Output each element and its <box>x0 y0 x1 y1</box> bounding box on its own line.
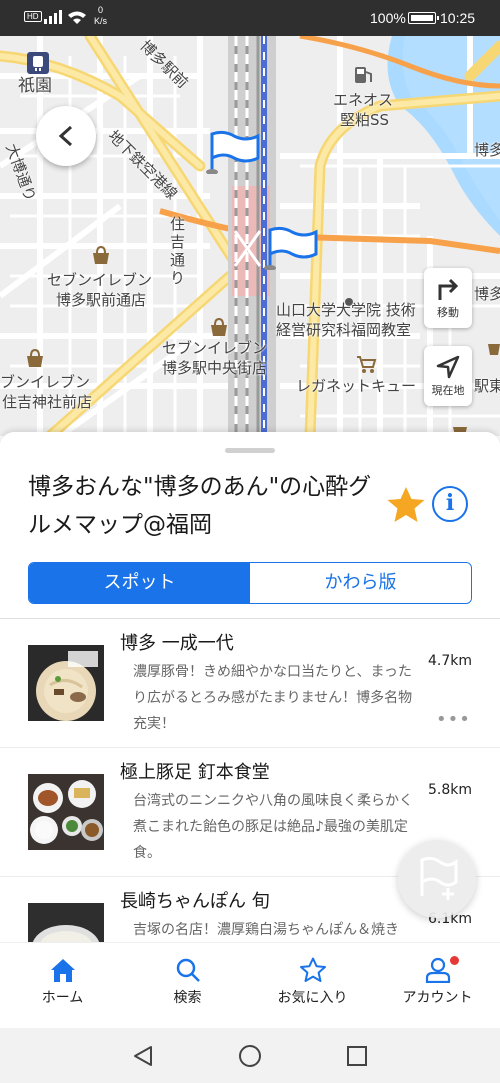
add-flag-icon <box>420 856 458 900</box>
bottom-nav: ホーム 検索 お気に入り アカウント <box>0 942 500 1028</box>
map-label: 駅東 <box>474 377 500 395</box>
cart-icon <box>357 356 377 373</box>
map-label: 博多駅前通店 <box>56 291 147 309</box>
champon-photo <box>28 903 104 942</box>
spot-flag-icon[interactable] <box>204 130 260 174</box>
map-label: 堅粕SS <box>340 111 390 129</box>
map-label: り <box>170 269 186 287</box>
spot-name: 長崎ちゃんぽん 旬 <box>120 891 270 912</box>
ramen-photo <box>28 645 104 721</box>
map-label: 住吉神社前店 <box>2 393 93 411</box>
map-label: 博多 <box>474 141 500 159</box>
teishoku-photo <box>28 774 104 850</box>
system-nav-bar <box>0 1028 500 1083</box>
map-label: 祇園 <box>18 76 52 96</box>
station-icon <box>27 52 49 74</box>
nav-home-label: ホーム <box>41 990 84 1006</box>
home-circle-icon[interactable] <box>238 1044 262 1068</box>
gas-station-icon <box>355 67 372 83</box>
spot-distance: 4.7km <box>428 653 473 669</box>
spot-flag-icon[interactable] <box>262 226 318 270</box>
spot-name: 極上豚足 釘本食堂 <box>120 762 270 783</box>
map-view[interactable]: 祇園 エネオス 堅粕SS 博多 博多 地下鉄空港線 博多駅前 大博通り 住 吉 … <box>0 36 500 436</box>
nav-account[interactable]: アカウント <box>375 943 500 1028</box>
spot-description: 濃厚豚骨！きめ細やかな口当たりと、まったり広がるとろみ感がたまりません！博多名物… <box>133 664 413 732</box>
person-icon <box>425 957 450 983</box>
nav-home[interactable]: ホーム <box>0 943 125 1028</box>
tab-bar: スポット かわら版 <box>28 562 472 604</box>
info-button[interactable]: i <box>432 486 468 522</box>
map-label: セブンイレブン <box>47 271 153 289</box>
navigation-arrow-icon <box>436 355 460 379</box>
more-icon[interactable]: ••• <box>436 709 471 730</box>
map-title: 博多おんな"博多のあん"の心酔グルメマップ@福岡 <box>28 474 372 538</box>
map-label: 通 <box>170 251 186 269</box>
map-label: 博多駅中央街店 <box>162 359 268 377</box>
store-icon <box>93 246 109 264</box>
nav-search-label: 検索 <box>173 990 202 1006</box>
map-label: セブンイレブン <box>162 339 268 357</box>
map-label: 山口大学大学院 技術 <box>276 301 416 319</box>
current-location-button[interactable]: 現在地 <box>424 346 472 406</box>
map-label: エネオス <box>333 91 394 109</box>
map-label: 経営研究科福岡教室 <box>276 321 412 339</box>
nav-favorites[interactable]: お気に入り <box>250 943 375 1028</box>
store-icon <box>211 318 227 336</box>
nav-favorites-label: お気に入り <box>277 990 348 1006</box>
tab-kawaraban[interactable]: かわら版 <box>250 563 471 603</box>
move-button[interactable]: 移動 <box>424 268 472 328</box>
search-icon <box>176 958 200 982</box>
spot-name: 博多 一成一代 <box>120 633 234 654</box>
clock: 10:25 <box>440 10 476 26</box>
signal-wifi-icon <box>44 9 90 28</box>
battery-percent: 100% <box>370 10 406 26</box>
spot-description: 台湾式のニンニクや八角の風味良く柔らかく煮こまれた飴色の豚足は絶品♪最強の美肌定… <box>133 793 413 861</box>
nav-account-label: アカウント <box>402 990 473 1006</box>
back-button[interactable] <box>36 106 96 166</box>
store-icon <box>27 349 43 367</box>
home-icon <box>50 959 75 982</box>
store-icon <box>488 344 500 355</box>
hd-indicator: HD <box>24 11 42 22</box>
back-triangle-icon[interactable] <box>131 1044 155 1068</box>
info-icon: i <box>445 490 455 516</box>
turn-arrow-icon <box>438 278 459 300</box>
map-label: 博多 <box>474 285 500 303</box>
notification-dot <box>450 956 459 965</box>
network-speed: 0 K/s <box>94 5 108 26</box>
move-button-label: 移動 <box>437 306 459 319</box>
drag-handle[interactable] <box>225 448 275 453</box>
star-outline-icon <box>299 957 326 982</box>
spot-description: 吉塚の名店！濃厚鶏白湯ちゃんぽん＆焼き <box>133 922 399 938</box>
chevron-left-icon <box>58 125 73 147</box>
tab-spot[interactable]: スポット <box>29 563 250 603</box>
current-location-label: 現在地 <box>431 384 465 397</box>
recents-square-icon[interactable] <box>345 1044 369 1068</box>
list-item[interactable]: 博多 一成一代 濃厚豚骨！きめ細やかな口当たりと、まったり広がるとろみ感がたまり… <box>0 619 500 748</box>
favorite-star-icon[interactable] <box>386 486 426 524</box>
spot-distance: 5.8km <box>428 782 473 798</box>
map-label: レガネットキュー <box>296 377 417 395</box>
add-spot-button[interactable] <box>398 840 476 918</box>
battery-icon <box>408 12 439 24</box>
status-bar: HD 0 K/s 100% 10:25 <box>0 0 500 36</box>
map-label: ブンイレブン <box>0 373 91 391</box>
nav-search[interactable]: 検索 <box>125 943 250 1028</box>
